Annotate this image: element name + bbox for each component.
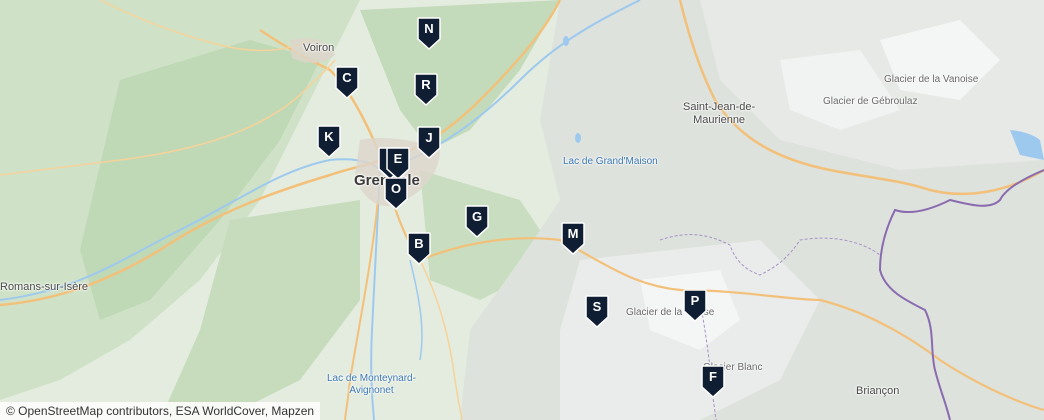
- map-marker-r[interactable]: R: [413, 72, 439, 106]
- marker-label: R: [421, 77, 431, 92]
- map-marker-e[interactable]: E: [385, 146, 411, 180]
- marker-label: B: [414, 236, 424, 251]
- marker-label: J: [425, 130, 433, 145]
- marker-label: N: [424, 21, 434, 36]
- marker-label: M: [567, 226, 579, 241]
- place-label-romans: Romans-sur-Isère: [0, 281, 89, 293]
- marker-label: G: [471, 209, 483, 224]
- marker-label: K: [324, 129, 334, 144]
- map-canvas[interactable]: Voiron Grenoble Romans-sur-Isère Saint-J…: [0, 0, 1044, 420]
- map-marker-o[interactable]: O: [383, 176, 409, 210]
- marker-label: F: [709, 369, 717, 384]
- map-attribution[interactable]: © OpenStreetMap contributors, ESA WorldC…: [0, 402, 321, 420]
- marker-label: C: [342, 70, 352, 85]
- marker-label: E: [393, 151, 403, 166]
- place-label-vanoise: Glacier de la Vanoise: [884, 74, 979, 85]
- marker-label: O: [390, 181, 402, 196]
- place-label-grand-maison: Lac de Grand'Maison: [563, 156, 658, 167]
- map-marker-p[interactable]: P: [682, 288, 708, 322]
- marker-label: P: [690, 293, 700, 308]
- place-label-monteynard: Lac de Monteynard- Avignonet: [327, 373, 416, 396]
- marker-label: S: [592, 299, 602, 314]
- place-label-gebroulaz: Glacier de Gébroulaz: [823, 96, 918, 107]
- map-marker-j[interactable]: J: [416, 125, 442, 159]
- map-marker-n[interactable]: N: [416, 16, 442, 50]
- map-marker-g[interactable]: G: [464, 204, 490, 238]
- map-marker-s[interactable]: S: [584, 294, 610, 328]
- map-marker-f[interactable]: F: [700, 364, 726, 398]
- map-marker-k[interactable]: K: [316, 124, 342, 158]
- map-marker-m[interactable]: M: [560, 221, 586, 255]
- place-label-voiron: Voiron: [303, 42, 335, 54]
- map-marker-b[interactable]: B: [406, 231, 432, 265]
- place-label-saint-jean: Saint-Jean-de- Maurienne: [683, 101, 756, 126]
- place-label-briancon: Briançon: [856, 385, 900, 397]
- map-base-layer: [0, 0, 1044, 420]
- map-marker-c[interactable]: C: [334, 65, 360, 99]
